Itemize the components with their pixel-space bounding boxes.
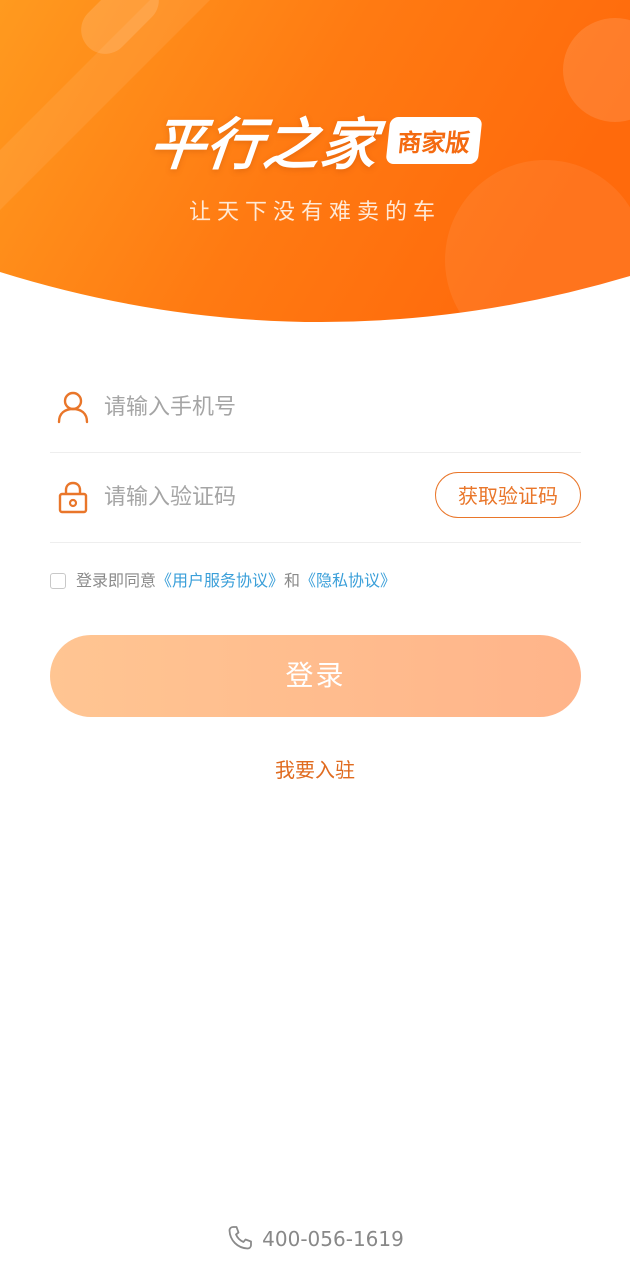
lock-icon bbox=[58, 481, 88, 514]
verification-code-input[interactable] bbox=[104, 474, 424, 520]
login-button[interactable]: 登录 bbox=[50, 635, 581, 717]
slogan: 让天下没有难卖的车 bbox=[188, 200, 441, 225]
user-agreement-link[interactable]: 《用户服务协议》 bbox=[156, 571, 284, 590]
header-banner: 平行之家 商家版 让天下没有难卖的车 bbox=[0, 0, 630, 330]
agreement-prefix: 登录即同意 bbox=[76, 571, 157, 590]
edition-badge: 商家版 bbox=[385, 117, 483, 164]
get-code-button[interactable]: 获取验证码 bbox=[435, 472, 581, 518]
privacy-policy-link[interactable]: 《隐私协议》 bbox=[300, 571, 396, 590]
hotline-number: 400-056-1619 bbox=[262, 1227, 404, 1251]
agreement-conjunction: 和 bbox=[284, 571, 301, 590]
user-icon bbox=[57, 391, 89, 424]
code-field-row: 获取验证码 bbox=[50, 452, 581, 543]
app-name: 平行之家 bbox=[146, 113, 381, 178]
brand-logo: 平行之家 商家版 bbox=[0, 100, 630, 181]
phone-field-row bbox=[50, 362, 581, 453]
agreement-row: 登录即同意《用户服务协议》和《隐私协议》 bbox=[50, 570, 396, 592]
hotline[interactable]: 400-056-1619 bbox=[0, 1222, 630, 1256]
agreement-checkbox[interactable] bbox=[50, 573, 66, 589]
phone-input[interactable] bbox=[104, 384, 424, 430]
join-merchant-link[interactable]: 我要入驻 bbox=[0, 754, 630, 783]
phone-icon bbox=[228, 1226, 253, 1250]
